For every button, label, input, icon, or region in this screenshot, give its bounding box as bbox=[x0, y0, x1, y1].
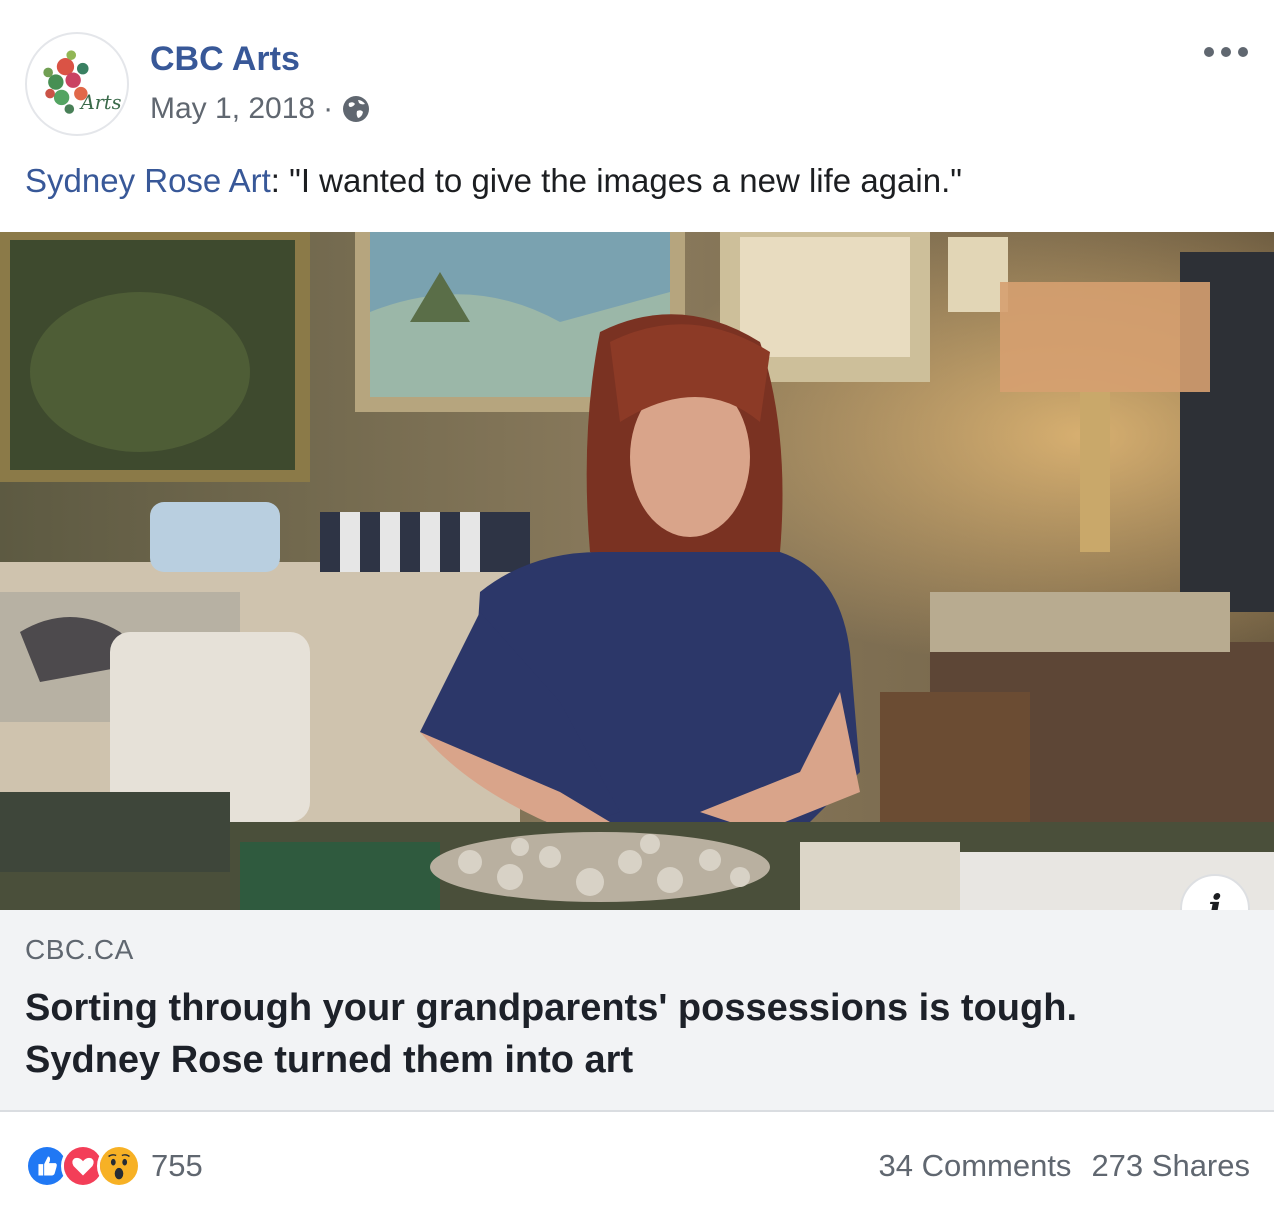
comments-count-link[interactable]: 34 Comments bbox=[878, 1148, 1071, 1184]
wow-icon bbox=[97, 1144, 141, 1188]
globe-icon[interactable] bbox=[341, 94, 371, 124]
more-options-icon[interactable] bbox=[1204, 40, 1248, 64]
page-avatar[interactable]: Arts bbox=[25, 32, 129, 136]
link-domain: CBC.CA bbox=[25, 934, 134, 965]
post-caption: Sydney Rose Art: "I wanted to give the i… bbox=[25, 162, 962, 200]
reaction-count: 755 bbox=[151, 1148, 203, 1183]
facebook-post: Arts CBC Arts May 1, 2018 · Sydney Rose … bbox=[0, 0, 1274, 1214]
meta-separator: · bbox=[323, 92, 334, 125]
cbc-arts-logo: Arts bbox=[28, 35, 126, 133]
link-preview[interactable]: CBC.CA Sorting through your grandparents… bbox=[0, 910, 1274, 1112]
reactions-summary[interactable]: 755 bbox=[25, 1144, 203, 1188]
photo-woman-sorting-objects bbox=[0, 232, 1274, 910]
post-date[interactable]: May 1, 2018 bbox=[150, 92, 315, 126]
page-name-link[interactable]: CBC Arts bbox=[150, 40, 300, 79]
post-photo[interactable] bbox=[0, 232, 1274, 910]
caption-mention-link[interactable]: Sydney Rose Art bbox=[25, 162, 271, 199]
post-meta: May 1, 2018 · bbox=[150, 92, 371, 126]
svg-text:Arts: Arts bbox=[79, 91, 122, 114]
caption-text: : "I wanted to give the images a new lif… bbox=[270, 162, 962, 199]
link-title[interactable]: Sorting through your grandparents' posse… bbox=[25, 982, 1205, 1086]
shares-count-link[interactable]: 273 Shares bbox=[1091, 1148, 1250, 1184]
post-stats: 34 Comments 273 Shares bbox=[878, 1148, 1250, 1184]
